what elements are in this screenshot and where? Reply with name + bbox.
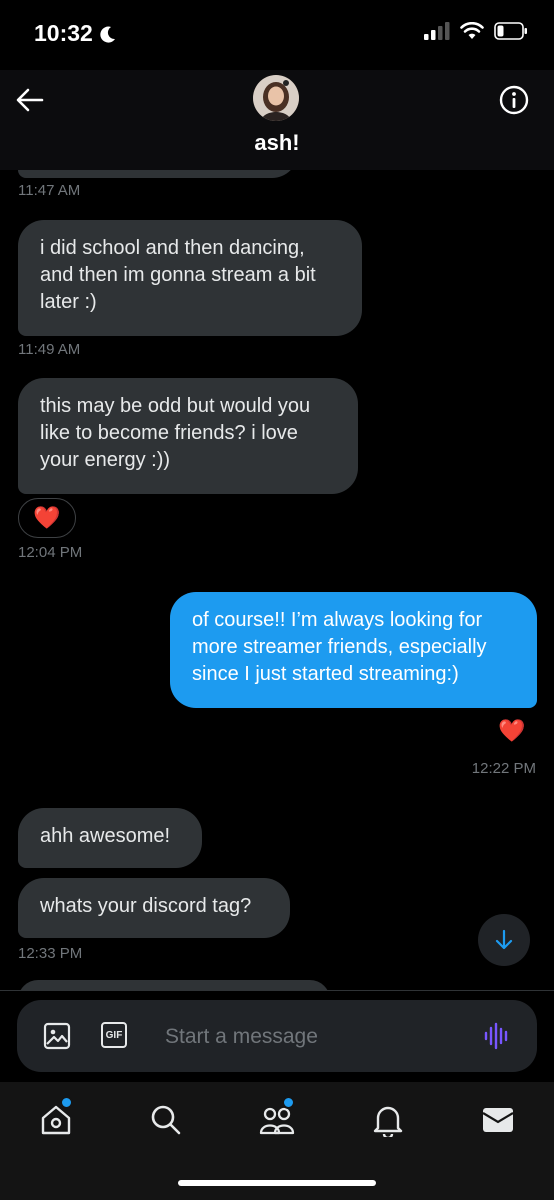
envelope-icon — [482, 1108, 514, 1132]
back-arrow-icon[interactable] — [14, 84, 46, 116]
message-line: of course!! I’m always looking for — [192, 609, 483, 631]
message-line: ahh awesome! — [40, 825, 171, 847]
wifi-icon — [460, 22, 484, 39]
message-line: since I just started streaming:) — [192, 663, 459, 685]
message-bubble[interactable]: whats your discord tag? — [18, 878, 290, 938]
heart-reaction-icon[interactable]: ❤️ — [498, 718, 525, 744]
message-timestamp: 12:33 PM — [18, 945, 83, 962]
message-bubble-partial[interactable] — [18, 980, 330, 990]
message-line: whats your discord tag? — [40, 895, 252, 917]
search-icon — [151, 1105, 181, 1135]
moon-icon — [100, 26, 115, 43]
gif-button[interactable]: GIF — [101, 1022, 127, 1048]
message-line: and then im gonna stream a bit — [40, 264, 316, 286]
message-bubble[interactable]: ahh awesome! — [18, 808, 202, 868]
message-bubble[interactable]: i did school and then dancing, and then … — [18, 220, 362, 336]
bottom-tab-bar — [0, 1082, 554, 1200]
arrow-down-icon — [495, 929, 513, 950]
conversation-header: ash! — [0, 70, 554, 170]
status-time: 10:32 — [34, 20, 93, 46]
voice-message-icon[interactable] — [483, 1022, 511, 1050]
image-icon[interactable] — [43, 1022, 71, 1050]
reaction-badge[interactable]: ❤️ — [18, 498, 76, 538]
message-timestamp: 11:47 AM — [18, 182, 81, 199]
avatar[interactable] — [253, 75, 299, 121]
signal-icon — [424, 22, 450, 40]
bell-icon — [373, 1106, 403, 1137]
notification-dot — [282, 1096, 295, 1109]
conversation-title[interactable]: ash! — [0, 130, 554, 156]
composer: GIF — [17, 1000, 537, 1072]
message-line: more streamer friends, especially — [192, 636, 487, 658]
profile-photo — [253, 75, 299, 121]
message-timestamp: 12:04 PM — [18, 544, 83, 561]
message-line: this may be odd but would you — [40, 395, 311, 417]
tab-home[interactable] — [36, 1096, 76, 1140]
composer-bar: GIF — [0, 990, 554, 1083]
tab-messages[interactable] — [478, 1100, 518, 1140]
tab-communities[interactable] — [257, 1096, 297, 1140]
tab-search[interactable] — [146, 1100, 186, 1140]
tab-notifications[interactable] — [368, 1100, 408, 1140]
info-icon[interactable] — [498, 84, 530, 116]
message-timestamp: 12:22 PM — [471, 760, 536, 777]
notification-dot — [60, 1096, 73, 1109]
battery-icon — [494, 22, 527, 40]
message-line: later :) — [40, 291, 97, 313]
gif-label: GIF — [105, 1029, 123, 1041]
message-bubble[interactable]: this may be odd but would you like to be… — [18, 378, 358, 494]
status-bar: 10:32 — [0, 0, 554, 70]
scroll-to-bottom-button[interactable] — [478, 914, 530, 966]
home-indicator[interactable] — [178, 1180, 376, 1186]
heart-reaction-icon: ❤️ — [33, 505, 61, 530]
message-input[interactable] — [163, 1018, 457, 1056]
message-line: i did school and then dancing, — [40, 237, 305, 259]
message-timestamp: 11:49 AM — [18, 341, 81, 358]
message-line: your energy :)) — [40, 449, 171, 471]
message-bubble-sent[interactable]: of course!! I’m always looking for more … — [170, 592, 537, 708]
message-line: like to become friends? i love — [40, 422, 298, 444]
